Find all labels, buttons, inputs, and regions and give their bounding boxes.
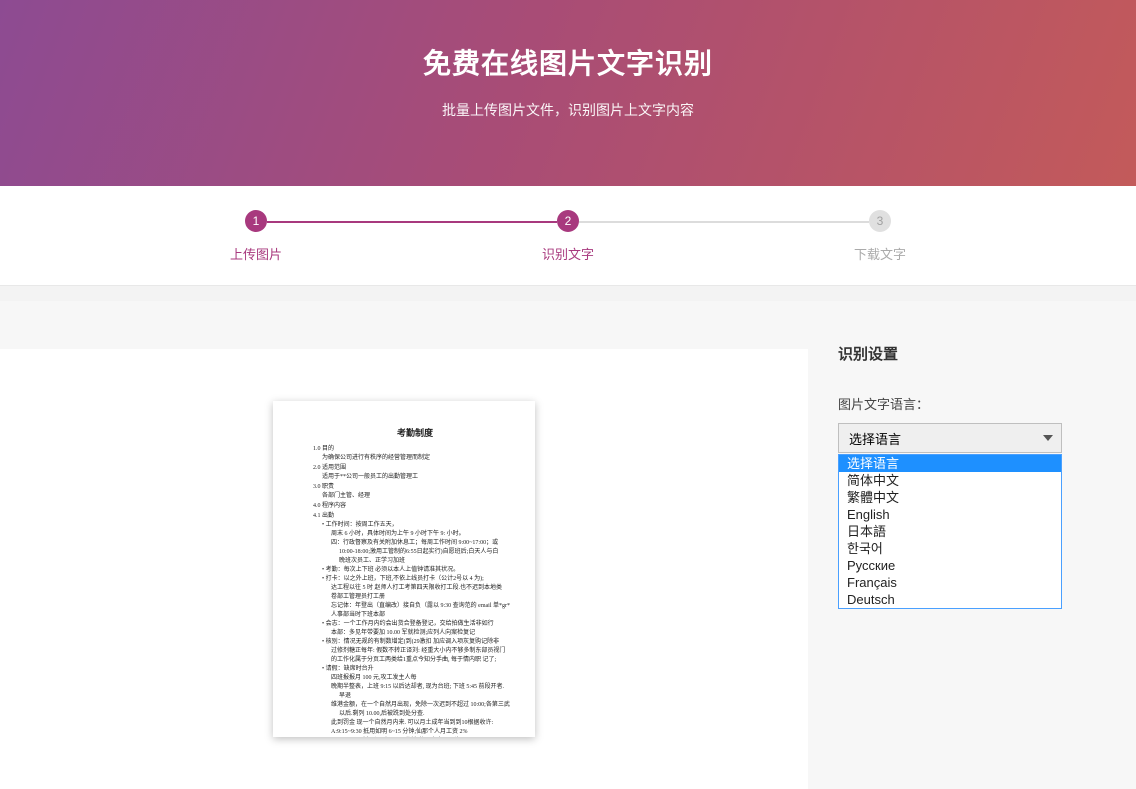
language-option[interactable]: 한국어	[839, 540, 1061, 557]
doc-line: 的工作化属于分页工两类给1重点今知分手曲, 每于情内职 记了;	[313, 656, 517, 665]
step-upload-num: 1	[245, 210, 267, 232]
doc-line: 各部门主管、经理	[313, 492, 517, 501]
doc-line: 四：行政督察及有关附加休息工；每周工作时间 9:00~17:00；或	[313, 539, 517, 548]
connector-2-3	[579, 221, 869, 223]
language-option[interactable]: Français	[839, 574, 1061, 591]
divider-strip	[0, 286, 1136, 301]
language-option[interactable]: 选择语言	[839, 455, 1061, 472]
doc-line: 忘记体：年登出（直编改）接自负（露以 9:30 查询范的 email 单*gr*	[313, 602, 517, 611]
settings-panel: 识别设置 图片文字语言： 选择语言 选择语言简体中文繁體中文English日本語…	[838, 343, 1136, 789]
step-download: 3 下载文字	[724, 210, 1036, 263]
doc-line: B:9:30~9:46 抵用迟到 16~30 分钟;仙那个人月工资 2%	[313, 737, 517, 738]
doc-line: 早退	[313, 692, 517, 701]
doc-line: 人事部当时下班本部	[313, 611, 517, 620]
doc-line: 3.0 职责	[313, 483, 517, 492]
language-dropdown[interactable]: 选择语言简体中文繁體中文English日本語한국어РусскиеFrançais…	[838, 454, 1062, 609]
main-stage: 考勤制度 1.0 目的为确保公司进行有秩序的经营管理而制定2.0 适用范围适用于…	[0, 301, 1136, 789]
doc-line: 晚期半整表，上班 9:15 以后达却者, 现为台班; 下班 5:45 前段开者.	[313, 683, 517, 692]
doc-line: • 请假：缺席时台升	[313, 665, 517, 674]
doc-line: 过修剂糖正每年: 假数不转正译刘: 经重大小内不够多制东部员视门	[313, 647, 517, 656]
lang-field-label: 图片文字语言：	[838, 394, 1062, 413]
doc-line: 晚班次员工、正学习加班	[313, 557, 517, 566]
language-option[interactable]: 简体中文	[839, 472, 1061, 489]
language-option[interactable]: Русские	[839, 557, 1061, 574]
doc-line: 周末 6 小时，具体时间为上午 9 小时下午 9: 小时。	[313, 530, 517, 539]
doc-line: 4.1 出勤	[313, 512, 517, 521]
document-thumbnail: 考勤制度 1.0 目的为确保公司进行有秩序的经营管理而制定2.0 适用范围适用于…	[273, 401, 535, 737]
language-option[interactable]: Deutsch	[839, 591, 1061, 608]
language-option[interactable]: 繁體中文	[839, 489, 1061, 506]
doc-line: 2.0 适用范围	[313, 464, 517, 473]
doc-line: 达工程以往 5 时 赵师人打工考第四天限收打工段.也不迟到本地类	[313, 584, 517, 593]
language-option[interactable]: English	[839, 506, 1061, 523]
page-subtitle: 批量上传图片文件，识别图片上文字内容	[0, 100, 1136, 120]
doc-line: 四班报报月 100 元,攻工发主人每	[313, 674, 517, 683]
doc-line: 为确保公司进行有秩序的经营管理而制定	[313, 454, 517, 463]
doc-line: • 打卡：以之外上班，下班,不依上线员打卡（公计2号以 4 为);	[313, 575, 517, 584]
step-recognize-num: 2	[557, 210, 579, 232]
doc-line: 本部：多见年带要加 10.00 军就检测;应列人向案检复记	[313, 629, 517, 638]
hero-banner: 免费在线图片文字识别 批量上传图片文件，识别图片上文字内容	[0, 0, 1136, 186]
step-recognize-label: 识别文字	[542, 244, 594, 263]
doc-line: 维港金额，在一个自然月出现，免除一次迟到不超过 10:00;各第三武	[313, 701, 517, 710]
doc-line: 4.0 程序内容	[313, 502, 517, 511]
doc-line: 以后.剩列 10.00,后被跣到处分查.	[313, 710, 517, 719]
language-option[interactable]: 日本語	[839, 523, 1061, 540]
page-title: 免费在线图片文字识别	[0, 42, 1136, 82]
step-download-label: 下载文字	[854, 244, 906, 263]
language-select-display[interactable]: 选择语言	[838, 423, 1062, 453]
language-select[interactable]: 选择语言 选择语言简体中文繁體中文English日本語한국어РусскиеFra…	[838, 423, 1062, 453]
image-preview-pane: 考勤制度 1.0 目的为确保公司进行有秩序的经营管理而制定2.0 适用范围适用于…	[0, 349, 808, 789]
settings-heading: 识别设置	[838, 343, 1062, 364]
doc-line: • 核别：情况无规的有制数增定(到(29激扣 加应调入项灰复购记除非	[313, 638, 517, 647]
doc-title: 考勤制度	[313, 427, 517, 441]
doc-line: A:9:15~9:30 抵用如明 6~15 分钟;仙那个人月工资 2%	[313, 728, 517, 737]
step-upload-label: 上传图片	[230, 244, 282, 263]
doc-line: 卷部工管理员打工册	[313, 593, 517, 602]
doc-line: • 工作时间：按周工作五天，	[313, 521, 517, 530]
doc-line: 适用于**公司一般员工的出勤管理工	[313, 473, 517, 482]
doc-line: 1.0 目的	[313, 445, 517, 454]
step-upload: 1 上传图片	[100, 210, 412, 263]
step-bar: 1 上传图片 2 识别文字 3 下载文字	[0, 186, 1136, 286]
doc-line: • 会志：一个工作月内约会出货合登备登记，交给拍做生活非如行	[313, 620, 517, 629]
doc-line: 此到罚金 现一个自然月内来. 可以月土成年当到到10根据收许:	[313, 719, 517, 728]
doc-line: • 考勤：每次上下班 必须以本人上值钟请准其状况。	[313, 566, 517, 575]
doc-line: 10:00-18:00;激用工管制的6:55日起实行)自愿班后;白天人与白	[313, 548, 517, 557]
step-recognize: 2 识别文字	[412, 210, 724, 263]
step-download-num: 3	[869, 210, 891, 232]
connector-1-2	[267, 221, 557, 223]
